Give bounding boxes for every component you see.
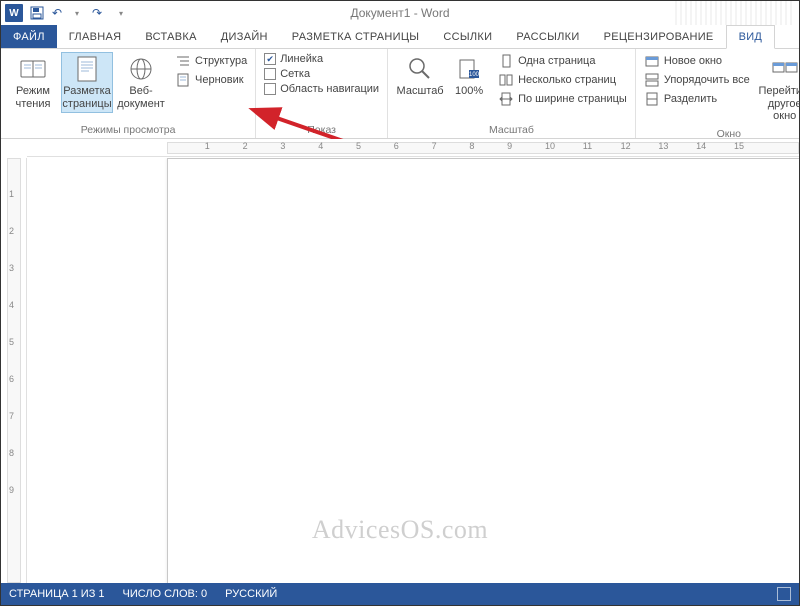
read-mode-button[interactable]: Режим чтения: [7, 52, 59, 113]
split-button[interactable]: Разделить: [642, 90, 752, 108]
svg-text:100: 100: [469, 72, 480, 78]
undo-icon[interactable]: ↶: [49, 5, 65, 21]
h-ruler-numbers: 123456789101112131415: [167, 141, 772, 151]
status-lang[interactable]: РУССКИЙ: [225, 588, 277, 600]
switch-windows-icon: [771, 55, 799, 83]
group-views: Режим чтения Разметка страницы Веб-докум…: [1, 49, 256, 138]
draft-label: Черновик: [195, 74, 244, 86]
multi-page-label: Несколько страниц: [518, 74, 616, 86]
print-layout-icon: [73, 55, 101, 83]
group-window-label: Окно: [642, 126, 800, 140]
arrange-all-label: Упорядочить все: [664, 74, 750, 86]
new-window-label: Новое окно: [664, 55, 722, 67]
tab-file[interactable]: ФАЙЛ: [1, 25, 57, 48]
tab-insert[interactable]: ВСТАВКА: [133, 25, 208, 48]
group-show: ✔ Линейка Сетка Область навигации Показ: [256, 49, 388, 138]
outline-icon: [175, 53, 191, 69]
switch-windows-label: Перейти в другое окно: [757, 85, 800, 123]
word-app-icon: W: [5, 4, 23, 22]
undo-dropdown-icon[interactable]: ▾: [69, 5, 85, 21]
read-mode-icon: [19, 55, 47, 83]
zoom-label: Масштаб: [397, 85, 444, 98]
quick-access-toolbar: ↶ ▾ ↷ ▾: [29, 5, 129, 21]
multi-page-button[interactable]: Несколько страниц: [496, 71, 629, 89]
split-icon: [644, 91, 660, 107]
web-layout-label: Веб-документ: [117, 85, 165, 110]
save-icon[interactable]: [29, 5, 45, 21]
title-bar: W ↶ ▾ ↷ ▾ Документ1 - Word: [1, 1, 799, 25]
navpane-checkbox-row[interactable]: Область навигации: [262, 82, 381, 96]
status-view-icon[interactable]: [777, 587, 791, 601]
group-window: Новое окно Упорядочить все Разделить Пер…: [636, 49, 800, 138]
tab-refs[interactable]: ССЫЛКИ: [431, 25, 504, 48]
watermark-text: AdvicesOS.com: [312, 515, 488, 545]
zoom-100-label: 100%: [455, 85, 483, 98]
tab-mail[interactable]: РАССЫЛКИ: [504, 25, 591, 48]
redo-icon[interactable]: ↷: [89, 5, 105, 21]
status-page[interactable]: СТРАНИЦА 1 ИЗ 1: [9, 588, 105, 600]
web-layout-button[interactable]: Веб-документ: [115, 52, 167, 113]
zoom-icon: [406, 55, 434, 83]
group-show-label: Показ: [262, 122, 381, 136]
one-page-icon: [498, 53, 514, 69]
titlebar-decoration: [675, 1, 795, 25]
split-label: Разделить: [664, 93, 717, 105]
new-window-button[interactable]: Новое окно: [642, 52, 752, 70]
read-mode-label: Режим чтения: [10, 85, 56, 110]
vertical-ruler[interactable]: 123456789: [1, 158, 27, 583]
ruler-checkbox-row[interactable]: ✔ Линейка: [262, 52, 381, 66]
ribbon-tabs: ФАЙЛ ГЛАВНАЯ ВСТАВКА ДИЗАЙН РАЗМЕТКА СТР…: [1, 25, 799, 49]
group-views-label: Режимы просмотра: [7, 122, 249, 136]
one-page-button[interactable]: Одна страница: [496, 52, 629, 70]
ribbon: Режим чтения Разметка страницы Веб-докум…: [1, 49, 799, 139]
qat-customize-icon[interactable]: ▾: [113, 5, 129, 21]
print-layout-label: Разметка страницы: [62, 85, 111, 110]
gridlines-checkbox[interactable]: [264, 68, 276, 80]
window-title: Документ1 - Word: [350, 6, 449, 20]
ruler-label: Линейка: [280, 53, 323, 65]
page-width-icon: [498, 91, 514, 107]
group-zoom-label: Масштаб: [394, 122, 629, 136]
page-width-button[interactable]: По ширине страницы: [496, 90, 629, 108]
zoom-100-button[interactable]: 100 100%: [448, 52, 490, 101]
switch-windows-button[interactable]: Перейти в другое окно: [754, 52, 800, 126]
outline-button[interactable]: Структура: [173, 52, 249, 70]
tab-layout[interactable]: РАЗМЕТКА СТРАНИЦЫ: [280, 25, 432, 48]
tab-home[interactable]: ГЛАВНАЯ: [57, 25, 134, 48]
arrange-all-icon: [644, 72, 660, 88]
tab-review[interactable]: РЕЦЕНЗИРОВАНИЕ: [592, 25, 726, 48]
one-page-label: Одна страница: [518, 55, 595, 67]
gridlines-checkbox-row[interactable]: Сетка: [262, 67, 381, 81]
navpane-checkbox[interactable]: [264, 83, 276, 95]
status-words[interactable]: ЧИСЛО СЛОВ: 0: [123, 588, 208, 600]
navpane-label: Область навигации: [280, 83, 379, 95]
v-ruler-numbers: 123456789: [9, 162, 14, 495]
ruler-checkbox[interactable]: ✔: [264, 53, 276, 65]
outline-label: Структура: [195, 55, 247, 67]
print-layout-button[interactable]: Разметка страницы: [61, 52, 113, 113]
new-window-icon: [644, 53, 660, 69]
zoom-100-icon: 100: [455, 55, 483, 83]
arrange-all-button[interactable]: Упорядочить все: [642, 71, 752, 89]
draft-icon: [175, 72, 191, 88]
draft-button[interactable]: Черновик: [173, 71, 249, 89]
horizontal-ruler[interactable]: L 123456789101112131415: [27, 139, 799, 157]
zoom-button[interactable]: Масштаб: [394, 52, 446, 101]
tab-view[interactable]: ВИД: [726, 25, 776, 49]
gridlines-label: Сетка: [280, 68, 310, 80]
tab-design[interactable]: ДИЗАЙН: [209, 25, 280, 48]
status-bar: СТРАНИЦА 1 ИЗ 1 ЧИСЛО СЛОВ: 0 РУССКИЙ: [1, 583, 799, 605]
page-width-label: По ширине страницы: [518, 93, 627, 105]
multi-page-icon: [498, 72, 514, 88]
web-layout-icon: [127, 55, 155, 83]
group-zoom: Масштаб 100 100% Одна страница Несколько…: [388, 49, 636, 138]
